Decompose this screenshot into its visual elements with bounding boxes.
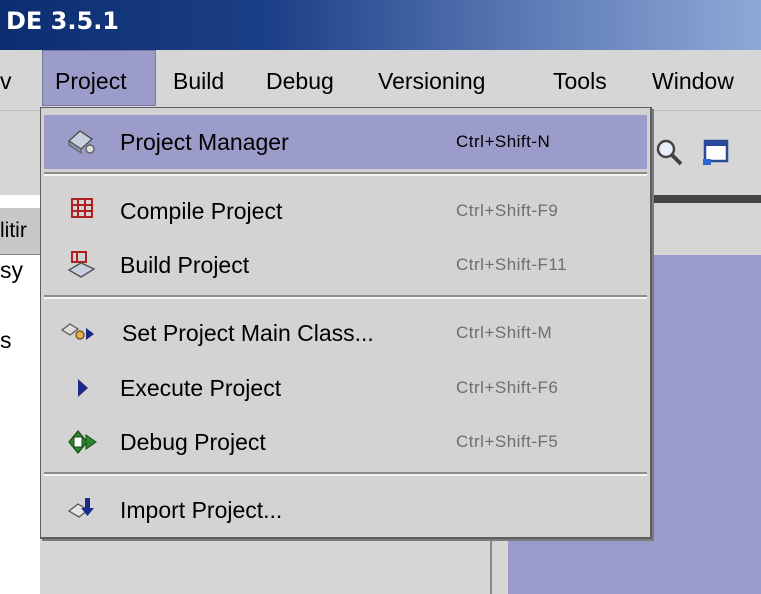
toolbar-divider	[650, 195, 761, 203]
menu-separator	[44, 295, 647, 299]
menu-item-label: Debug Project	[120, 429, 266, 455]
search-icon[interactable]	[652, 135, 686, 169]
import-project-icon	[67, 498, 94, 518]
menu-item-label: Set Project Main Class...	[122, 320, 374, 346]
debug-project-icon	[68, 430, 97, 454]
menu-window[interactable]: Window	[652, 50, 734, 106]
menu-item-label: Import Project...	[120, 497, 283, 523]
menu-separator	[44, 472, 647, 476]
menu-item-shortcut: Ctrl+Shift-M	[456, 323, 553, 342]
menu-item-set-project-main-class[interactable]: Set Project Main Class... Ctrl+Shift-M	[44, 306, 647, 360]
menu-item-shortcut: Ctrl+Shift-N	[456, 132, 551, 151]
window-title: DE 3.5.1	[6, 7, 120, 35]
menu-item-label: Execute Project	[120, 375, 282, 401]
menu-versioning[interactable]: Versioning	[378, 50, 485, 106]
menu-view-partial[interactable]: v	[0, 50, 12, 106]
editor-header	[650, 203, 761, 255]
menu-item-shortcut: Ctrl+Shift-F11	[456, 255, 568, 274]
menu-build[interactable]: Build	[173, 50, 224, 106]
menu-item-debug-project[interactable]: Debug Project Ctrl+Shift-F5	[44, 415, 647, 469]
menu-item-compile-project[interactable]: Compile Project Ctrl+Shift-F9	[44, 184, 647, 238]
menu-item-shortcut: Ctrl+Shift-F5	[456, 432, 559, 451]
menu-separator	[44, 172, 647, 176]
menu-bar: v Project Build Debug Versioning Tools W…	[0, 50, 761, 110]
project-menu-dropdown: Project Manager Ctrl+Shift-N Compile Pro…	[40, 107, 652, 539]
menu-tools[interactable]: Tools	[553, 50, 607, 106]
menu-debug[interactable]: Debug	[266, 50, 334, 106]
build-project-icon	[67, 251, 96, 278]
window-icon[interactable]	[699, 135, 733, 169]
menu-item-shortcut: Ctrl+Shift-F6	[456, 378, 559, 397]
menu-item-label: Compile Project	[120, 198, 283, 224]
menu-item-shortcut: Ctrl+Shift-F9	[456, 201, 559, 220]
set-main-class-icon	[60, 323, 94, 340]
menu-item-import-project[interactable]: Import Project...	[44, 483, 647, 537]
project-manager-icon	[67, 130, 95, 154]
compile-project-icon	[71, 198, 93, 218]
left-panel-tab[interactable]: litir	[0, 208, 40, 255]
title-bar: DE 3.5.1	[0, 0, 761, 50]
execute-project-icon	[78, 379, 88, 397]
menu-item-label: Project Manager	[120, 129, 289, 155]
menu-item-build-project[interactable]: Build Project Ctrl+Shift-F11	[44, 238, 647, 292]
menu-item-project-manager[interactable]: Project Manager Ctrl+Shift-N	[44, 115, 647, 169]
menu-project[interactable]: Project	[42, 50, 156, 106]
left-panel-row: s	[0, 327, 12, 353]
left-panel-row: sy	[0, 257, 23, 283]
menu-item-execute-project[interactable]: Execute Project Ctrl+Shift-F6	[44, 361, 647, 415]
menu-item-label: Build Project	[120, 252, 250, 278]
